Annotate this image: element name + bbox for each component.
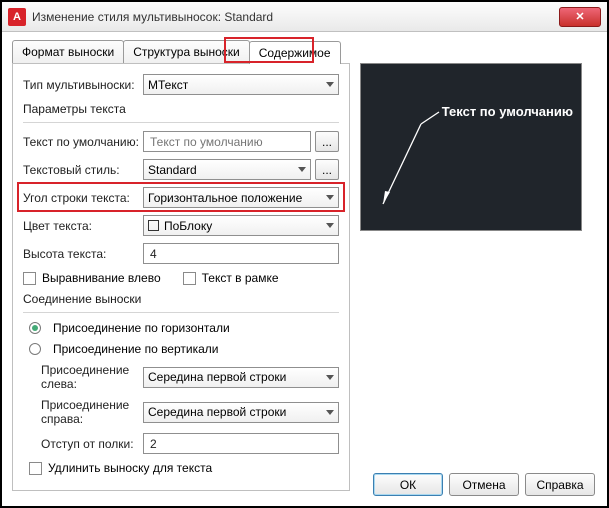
section-text-options: Параметры текста xyxy=(23,102,339,116)
frame-text-label: Текст в рамке xyxy=(202,271,279,285)
chevron-down-icon xyxy=(326,223,334,228)
help-button[interactable]: Справка xyxy=(525,473,595,496)
landing-gap-input-wrap xyxy=(143,433,339,454)
frame-text-checkbox[interactable]: Текст в рамке xyxy=(183,271,279,285)
text-style-select[interactable]: Standard xyxy=(143,159,311,180)
close-icon: ✕ xyxy=(575,10,584,23)
mleader-type-label: Тип мультивыноски: xyxy=(23,78,143,92)
connection-vertical-radio[interactable]: Присоединение по вертикали xyxy=(29,342,219,356)
text-height-input[interactable] xyxy=(148,246,334,262)
options-panel: Тип мультивыноски: МТекст Параметры текс… xyxy=(12,63,350,491)
conn-v-label: Присоединение по вертикали xyxy=(53,342,219,356)
conn-left-label: Присоединение слева: xyxy=(41,363,143,391)
default-text-label: Текст по умолчанию: xyxy=(23,135,143,149)
text-color-label: Цвет текста: xyxy=(23,219,143,233)
dialog-buttons: ОК Отмена Справка xyxy=(373,473,595,496)
text-style-label: Текстовый стиль: xyxy=(23,163,143,177)
conn-right-label: Присоединение справа: xyxy=(41,398,143,426)
color-swatch-icon xyxy=(148,220,159,231)
mleader-type-select[interactable]: МТекст xyxy=(143,74,339,95)
checkbox-icon xyxy=(23,272,36,285)
tab-content[interactable]: Содержимое xyxy=(249,41,341,64)
ellipsis-icon: ... xyxy=(322,135,332,149)
extend-leader-label: Удлинить выноску для текста xyxy=(48,461,212,475)
landing-gap-label: Отступ от полки: xyxy=(41,437,143,451)
chevron-down-icon xyxy=(326,375,334,380)
align-left-checkbox[interactable]: Выравнивание влево xyxy=(23,271,161,285)
text-angle-value: Горизонтальное положение xyxy=(148,191,302,205)
extend-leader-checkbox[interactable]: Удлинить выноску для текста xyxy=(29,461,212,475)
dialog-window: A Изменение стиля мультивыносок: Standar… xyxy=(0,0,609,508)
text-style-value: Standard xyxy=(148,163,197,177)
text-color-value: ПоБлоку xyxy=(164,219,212,233)
conn-h-label: Присоединение по горизонтали xyxy=(53,321,230,335)
radio-icon xyxy=(29,322,41,334)
text-height-input-wrap xyxy=(143,243,339,264)
text-style-browse-button[interactable]: ... xyxy=(315,159,339,180)
tab-leader-structure[interactable]: Структура выноски xyxy=(123,40,250,63)
conn-right-select[interactable]: Середина первой строки xyxy=(143,402,339,423)
checkbox-icon xyxy=(29,462,42,475)
preview-pane: Текст по умолчанию xyxy=(360,63,582,231)
ellipsis-icon: ... xyxy=(322,163,332,177)
text-angle-label: Угол строки текста: xyxy=(23,191,143,205)
preview-default-text: Текст по умолчанию xyxy=(442,104,573,119)
tab-leader-format[interactable]: Формат выноски xyxy=(12,40,124,63)
leader-preview-icon xyxy=(361,64,583,232)
default-text-browse-button[interactable]: ... xyxy=(315,131,339,152)
chevron-down-icon xyxy=(326,410,334,415)
checkbox-icon xyxy=(183,272,196,285)
close-button[interactable]: ✕ xyxy=(559,7,601,27)
default-text-input-wrap xyxy=(143,131,311,152)
tab-strip: Формат выноски Структура выноски Содержи… xyxy=(12,40,597,63)
landing-gap-input[interactable] xyxy=(148,436,334,452)
app-icon: A xyxy=(8,8,26,26)
conn-right-value: Середина первой строки xyxy=(148,405,286,419)
divider xyxy=(23,122,339,123)
default-text-input[interactable] xyxy=(148,134,306,150)
chevron-down-icon xyxy=(298,167,306,172)
divider xyxy=(23,312,339,313)
ok-button[interactable]: ОК xyxy=(373,473,443,496)
window-title: Изменение стиля мультивыносок: Standard xyxy=(32,10,559,24)
align-left-label: Выравнивание влево xyxy=(42,271,161,285)
text-height-label: Высота текста: xyxy=(23,247,143,261)
connection-horizontal-radio[interactable]: Присоединение по горизонтали xyxy=(29,321,230,335)
cancel-button[interactable]: Отмена xyxy=(449,473,519,496)
mleader-type-value: МТекст xyxy=(148,78,188,92)
text-color-select[interactable]: ПоБлоку xyxy=(143,215,339,236)
text-angle-select[interactable]: Горизонтальное положение xyxy=(143,187,339,208)
chevron-down-icon xyxy=(326,82,334,87)
conn-left-value: Середина первой строки xyxy=(148,370,286,384)
chevron-down-icon xyxy=(326,195,334,200)
titlebar: A Изменение стиля мультивыносок: Standar… xyxy=(2,2,607,32)
section-leader-connection: Соединение выноски xyxy=(23,292,339,306)
radio-icon xyxy=(29,343,41,355)
conn-left-select[interactable]: Середина первой строки xyxy=(143,367,339,388)
